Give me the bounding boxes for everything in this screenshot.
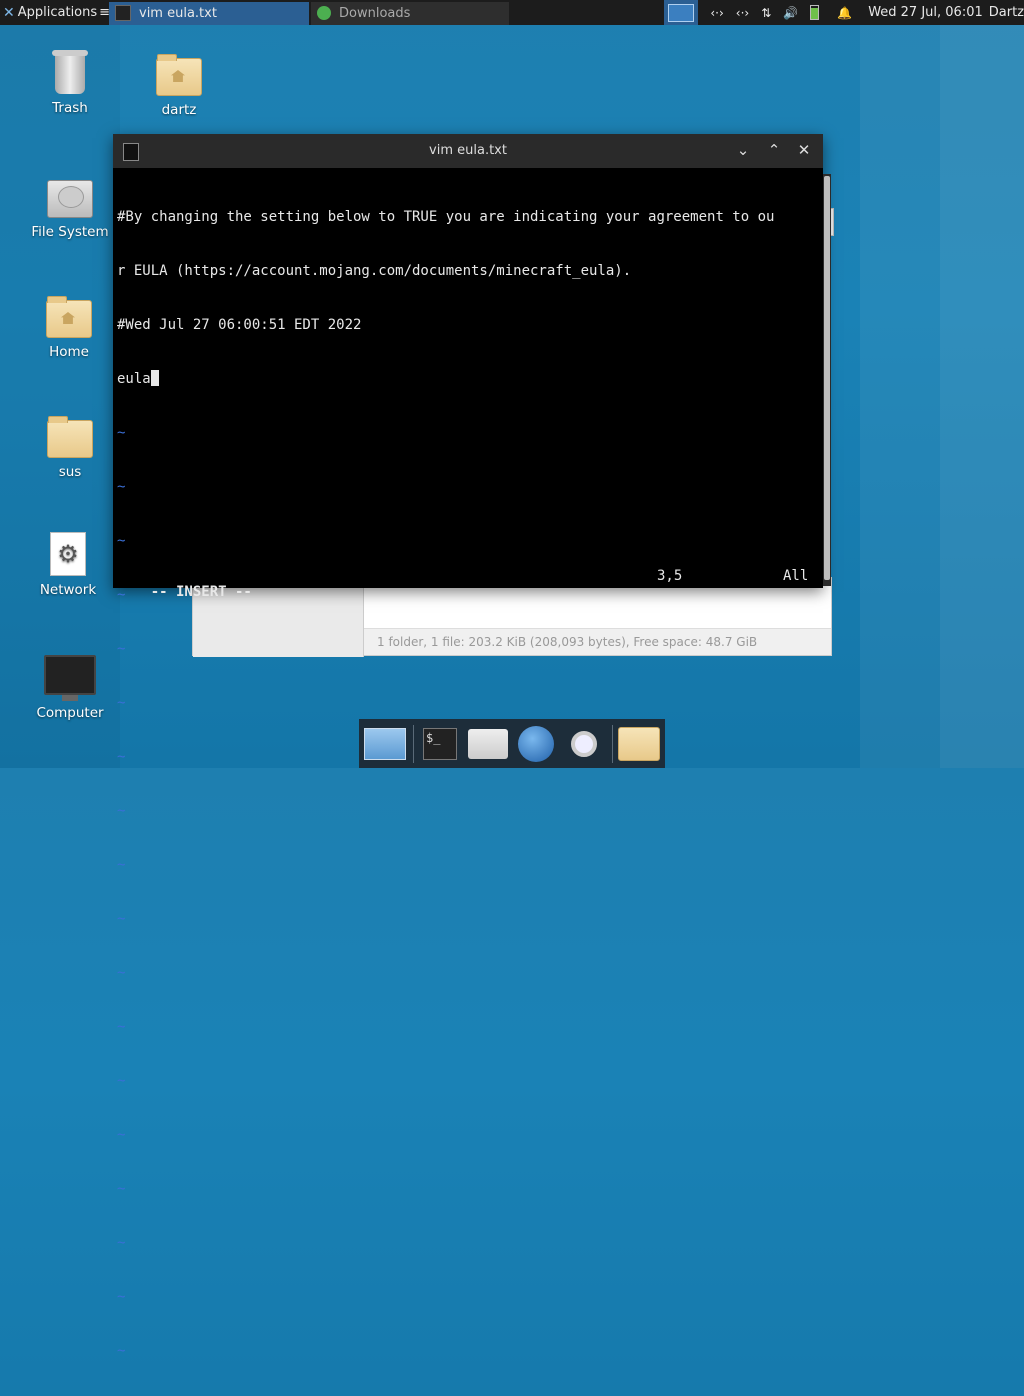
terminal-icon: $_ bbox=[423, 727, 457, 760]
applications-label: Applications bbox=[17, 5, 98, 20]
volume-icon[interactable]: 🔊 bbox=[783, 6, 798, 20]
empty-line-marker: ~ bbox=[117, 1343, 126, 1359]
terminal-window[interactable]: vim eula.txt ⌄ ⌃ ✕ #By changing the sett… bbox=[113, 134, 831, 1359]
task-label: vim eula.txt bbox=[139, 5, 217, 21]
desktop-icon-sus[interactable]: sus bbox=[25, 416, 115, 480]
clock[interactable]: Wed 27 Jul, 06:01 bbox=[868, 5, 983, 20]
empty-line-marker: ~ bbox=[117, 857, 126, 873]
dock: $_ bbox=[359, 719, 665, 768]
empty-line-marker: ~ bbox=[117, 911, 126, 927]
vim-mode: -- INSERT -- bbox=[150, 584, 252, 600]
icon-label: File System bbox=[31, 224, 109, 240]
empty-line-marker: ~ bbox=[117, 479, 126, 495]
desktop-icon-network[interactable]: ⚙ Network bbox=[23, 532, 113, 598]
close-button[interactable]: ✕ bbox=[794, 140, 814, 160]
vim-statusline: -- INSERT -- 3,5 All bbox=[117, 568, 809, 648]
empty-line-marker: ~ bbox=[117, 1019, 126, 1035]
minimize-button[interactable]: ⌄ bbox=[733, 140, 753, 160]
icon-label: sus bbox=[58, 464, 82, 480]
dock-file-manager[interactable] bbox=[466, 724, 510, 764]
empty-line-marker: ~ bbox=[117, 1127, 126, 1143]
icon-label: Home bbox=[49, 344, 89, 360]
dock-separator bbox=[612, 724, 613, 763]
task-downloads[interactable]: Downloads bbox=[311, 1, 509, 25]
icon-label: Network bbox=[39, 582, 97, 598]
globe-icon bbox=[518, 725, 554, 762]
window-title: vim eula.txt bbox=[429, 143, 507, 158]
workspace-switcher[interactable] bbox=[664, 0, 699, 25]
maximize-button[interactable]: ⌃ bbox=[764, 140, 784, 160]
transfer-icon[interactable]: ⇅ bbox=[761, 6, 771, 20]
dock-folder[interactable] bbox=[617, 724, 661, 764]
desktop-icon-dartz[interactable]: dartz bbox=[134, 54, 224, 118]
empty-line-marker: ~ bbox=[117, 1289, 126, 1305]
dock-terminal[interactable]: $_ bbox=[418, 724, 462, 764]
dock-separator bbox=[413, 724, 414, 763]
desktop-icon-trash[interactable]: Trash bbox=[25, 50, 115, 116]
system-tray: ‹·› ‹·› ⇅ 🔊 🔔 Wed 27 Jul, 06:01 Dartz bbox=[664, 0, 1024, 25]
drive-icon bbox=[47, 180, 93, 218]
terminal-icon bbox=[115, 5, 131, 21]
scrollbar-thumb[interactable] bbox=[824, 176, 830, 580]
applications-menu[interactable]: ✕ Applications ≡ bbox=[0, 0, 110, 25]
dock-web-browser[interactable] bbox=[514, 724, 558, 764]
terminal-scrollbar[interactable] bbox=[823, 174, 831, 586]
battery-icon[interactable] bbox=[810, 5, 820, 20]
task-vim[interactable]: vim eula.txt bbox=[109, 1, 309, 25]
network-icon[interactable]: ‹·› bbox=[736, 6, 749, 20]
home-folder-icon bbox=[468, 728, 508, 759]
home-folder-icon bbox=[156, 54, 202, 96]
empty-line-marker: ~ bbox=[117, 533, 126, 549]
scroll-percent: All bbox=[783, 568, 809, 584]
terminal-titlebar[interactable]: vim eula.txt ⌄ ⌃ ✕ bbox=[113, 134, 823, 168]
notification-bell-icon[interactable]: 🔔 bbox=[837, 6, 852, 20]
buffer-line: #By changing the setting below to TRUE y… bbox=[117, 209, 775, 225]
empty-line-marker: ~ bbox=[117, 695, 126, 711]
search-icon bbox=[571, 730, 597, 757]
text-cursor bbox=[150, 370, 159, 386]
home-folder-icon bbox=[46, 296, 92, 338]
buffer-line: r EULA (https://account.mojang.com/docum… bbox=[117, 263, 632, 279]
xfce-logo-icon: ✕ bbox=[3, 4, 15, 21]
vim-buffer[interactable]: #By changing the setting below to TRUE y… bbox=[117, 172, 823, 1359]
gear-icon: ⚙ bbox=[50, 532, 86, 576]
desktop-icon-file-system[interactable]: File System bbox=[25, 180, 115, 240]
trash-icon bbox=[52, 50, 88, 94]
buffer-line-text: eula bbox=[117, 371, 151, 387]
dock-app-finder[interactable] bbox=[562, 724, 606, 764]
buffer-line: #Wed Jul 27 06:00:51 EDT 2022 bbox=[117, 317, 362, 333]
user-menu[interactable]: Dartz bbox=[989, 5, 1024, 20]
dock-show-desktop[interactable] bbox=[363, 724, 407, 764]
monitor-icon bbox=[44, 655, 96, 701]
empty-line-marker: ~ bbox=[117, 803, 126, 819]
cursor-position: 3,5 bbox=[657, 568, 683, 584]
workspace-1[interactable] bbox=[668, 3, 695, 22]
top-panel: ✕ Applications ≡ vim eula.txt Downloads … bbox=[0, 0, 1024, 25]
task-label: Downloads bbox=[339, 5, 411, 21]
icon-label: dartz bbox=[161, 102, 197, 118]
empty-line-marker: ~ bbox=[117, 965, 126, 981]
empty-line-marker: ~ bbox=[117, 425, 126, 441]
desktop-icon bbox=[364, 727, 406, 760]
icon-label: Computer bbox=[36, 705, 104, 721]
download-icon bbox=[317, 6, 331, 20]
desktop-icon-computer[interactable]: Computer bbox=[25, 655, 115, 721]
desktop-icon-home[interactable]: Home bbox=[24, 296, 114, 360]
folder-icon bbox=[618, 726, 660, 761]
empty-line-marker: ~ bbox=[117, 1073, 126, 1089]
folder-icon bbox=[47, 416, 93, 458]
icon-label: Trash bbox=[52, 100, 88, 116]
network-icon[interactable]: ‹·› bbox=[710, 6, 723, 20]
buffer-line-current: eula bbox=[117, 370, 823, 388]
empty-line-marker: ~ bbox=[117, 1235, 126, 1251]
empty-line-marker: ~ bbox=[117, 1181, 126, 1197]
